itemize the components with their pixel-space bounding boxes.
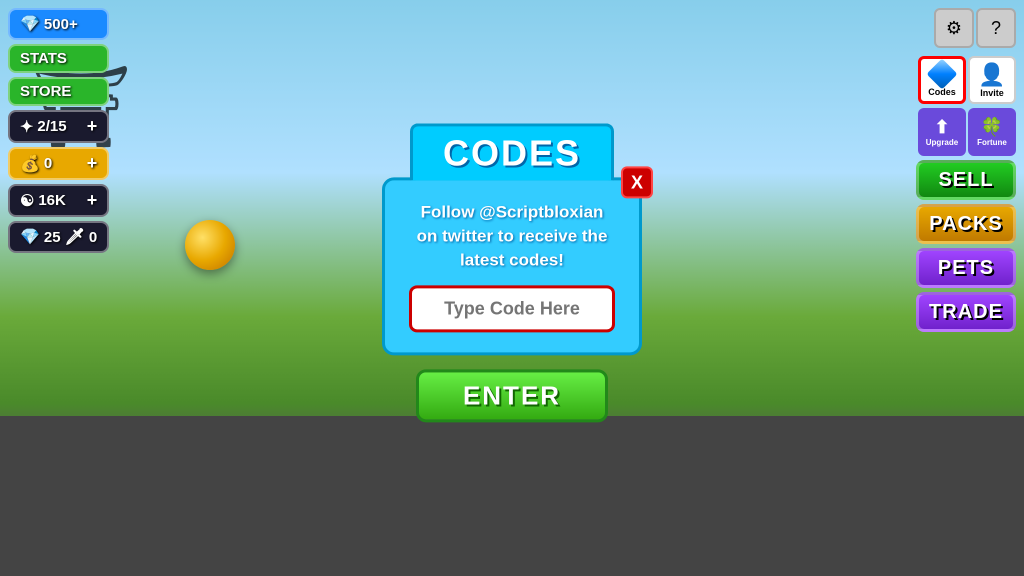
invite-icon: 👤 <box>978 62 1005 88</box>
upgrade-icon: ⬆ <box>934 117 949 138</box>
yellow-coin <box>185 220 235 270</box>
top-icon-row: ⚙ ? <box>934 8 1016 48</box>
codes-diamond-icon <box>926 58 957 89</box>
coin-icon: 💰 <box>20 154 40 174</box>
trade-button[interactable]: TRADE <box>916 292 1016 332</box>
inventory-count: 2/15 <box>37 118 66 135</box>
yin-yang-badge: ☯ 16K + <box>8 184 109 217</box>
pets-label: PETS <box>938 257 994 280</box>
codes-sidebar-button[interactable]: Codes <box>918 56 966 104</box>
packs-button[interactable]: PACKS <box>916 204 1016 244</box>
fortune-button[interactable]: 🍀 Fortune <box>968 108 1016 156</box>
inventory-badge[interactable]: ✦ 2/15 + <box>8 110 109 143</box>
stats-label: STATS <box>20 50 67 67</box>
gem-icon: 💎 <box>20 14 40 34</box>
sell-label: SELL <box>938 169 993 192</box>
yin-yang-count: 16K <box>38 192 66 209</box>
upgrade-fortune-row: ⬆ Upgrade 🍀 Fortune <box>918 108 1016 156</box>
close-button[interactable]: X <box>621 166 653 198</box>
invite-label: Invite <box>980 88 1004 98</box>
store-button[interactable]: STORE <box>8 77 109 106</box>
coins-badge: 💰 0 + <box>8 147 109 180</box>
code-input[interactable] <box>426 299 598 320</box>
invite-button[interactable]: 👤 Invite <box>968 56 1016 104</box>
help-button[interactable]: ? <box>976 8 1016 48</box>
sword-icon: 🗡 <box>65 227 85 247</box>
enter-button[interactable]: ENTER <box>416 370 608 423</box>
codes-description: Follow @Scriptbloxian on twitter to rece… <box>409 200 615 271</box>
stats-button[interactable]: STATS <box>8 44 109 73</box>
coins-plus: + <box>87 153 98 174</box>
sell-button[interactable]: SELL <box>916 160 1016 200</box>
code-input-container <box>409 286 615 333</box>
gems-icon: 💎 <box>20 227 40 247</box>
codes-title: CODES <box>410 123 614 180</box>
store-label: STORE <box>20 83 71 100</box>
yin-yang-icon: ☯ <box>20 191 34 211</box>
packs-label: PACKS <box>929 213 1003 236</box>
pets-button[interactable]: PETS <box>916 248 1016 288</box>
left-sidebar: 💎 500+ STATS STORE ✦ 2/15 + 💰 0 + ☯ 16K … <box>8 8 109 253</box>
yin-yang-plus: + <box>87 190 98 211</box>
codes-modal: CODES X Follow @Scriptbloxian on twitter… <box>382 123 642 422</box>
upgrade-label: Upgrade <box>926 138 958 147</box>
star-icon: ✦ <box>20 117 33 137</box>
sword-badge: 💎 25 🗡 0 <box>8 221 109 253</box>
fortune-label: Fortune <box>977 138 1007 147</box>
trade-label: TRADE <box>929 301 1003 324</box>
sword-count: 0 <box>89 229 97 246</box>
gem-count: 500+ <box>44 16 78 33</box>
codes-body: X Follow @Scriptbloxian on twitter to re… <box>382 177 642 355</box>
fortune-icon: 🍀 <box>981 117 1003 138</box>
road <box>0 416 1024 576</box>
upgrade-button[interactable]: ⬆ Upgrade <box>918 108 966 156</box>
settings-button[interactable]: ⚙ <box>934 8 974 48</box>
right-sidebar: ⚙ ? Codes 👤 Invite ⬆ Upgrade 🍀 Fortune S… <box>916 8 1016 332</box>
gems-25: 25 <box>44 229 61 246</box>
coins-count: 0 <box>44 155 52 172</box>
gem-count-badge: 💎 500+ <box>8 8 109 40</box>
inventory-plus: + <box>87 116 98 137</box>
codes-invite-row: Codes 👤 Invite <box>918 56 1016 104</box>
